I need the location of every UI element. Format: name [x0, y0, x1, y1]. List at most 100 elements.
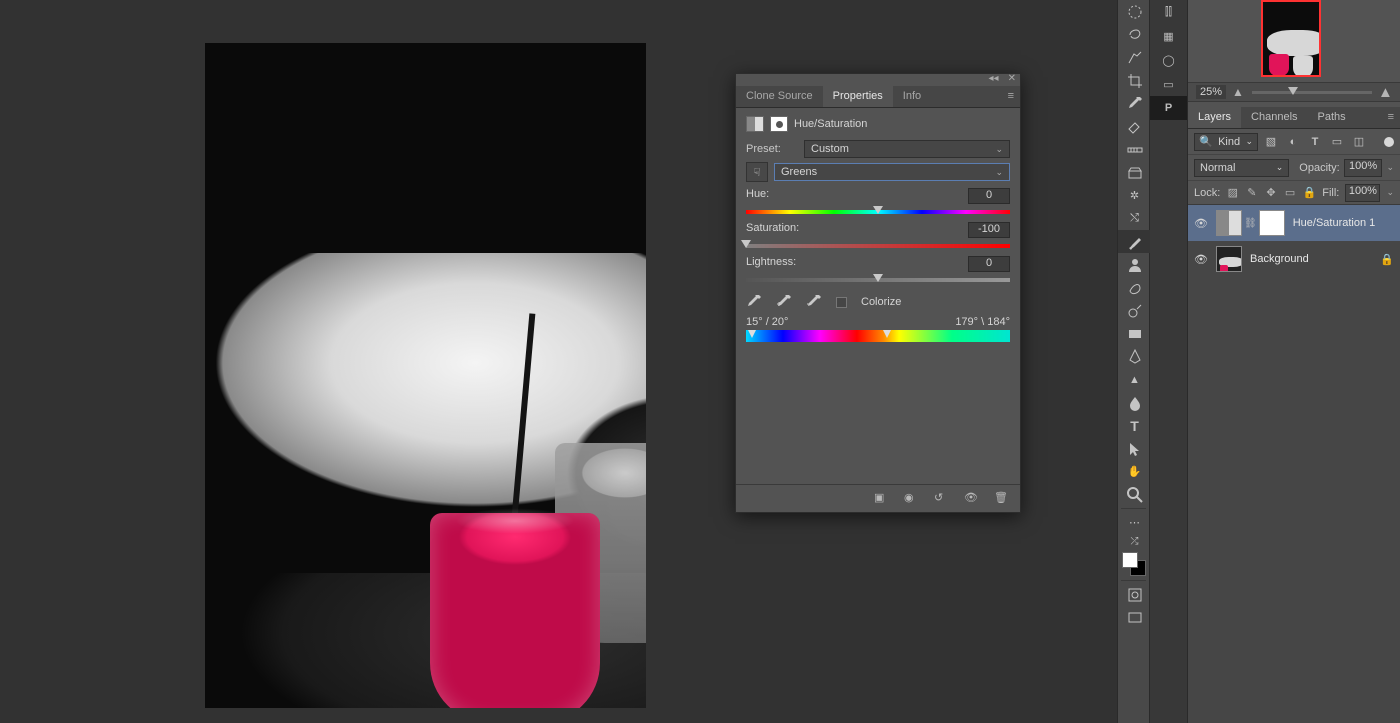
filter-shape-icon[interactable]: ▭	[1328, 133, 1346, 151]
lightness-slider-knob[interactable]	[873, 274, 883, 282]
tab-info[interactable]: Info	[893, 86, 931, 107]
transform-tool-icon[interactable]: ⤭	[1118, 207, 1151, 230]
zoom-in-mountain-icon[interactable]: ▲	[1378, 84, 1392, 101]
hand-tool-icon[interactable]: ✋	[1118, 460, 1151, 483]
range-left-handle[interactable]	[748, 330, 756, 338]
foreground-color-swatch[interactable]	[1122, 552, 1138, 568]
zoom-out-mountain-icon[interactable]: ▲	[1232, 85, 1246, 99]
panel-menu-icon[interactable]: ≡	[1002, 86, 1020, 107]
quick-mask-icon[interactable]	[1118, 583, 1151, 606]
saturation-slider[interactable]	[746, 240, 1010, 250]
brush-tool-icon[interactable]	[1118, 230, 1151, 253]
type-tool-icon[interactable]: T	[1118, 414, 1151, 437]
person-portrait-icon[interactable]	[1118, 253, 1151, 276]
panel-titlebar[interactable]: ◂◂ ✕	[736, 74, 1020, 86]
tab-layers[interactable]: Layers	[1188, 107, 1241, 128]
eyedropper-tool-icon[interactable]	[1118, 92, 1151, 115]
blur-tool-icon[interactable]	[1118, 391, 1151, 414]
layer-row[interactable]: 👁 ⛓ Hue/Saturation 1	[1188, 205, 1400, 241]
eyedropper-icon[interactable]	[746, 294, 762, 310]
filter-toggle[interactable]	[1384, 137, 1394, 147]
triangle-shape-icon[interactable]: ▲	[1118, 368, 1151, 391]
navigator-thumbnail[interactable]	[1261, 0, 1321, 77]
mask-thumbnail[interactable]	[1259, 210, 1285, 236]
filter-type-icon[interactable]: T	[1306, 133, 1324, 151]
filter-adjustment-icon[interactable]: ◐	[1284, 133, 1302, 151]
clip-to-layer-icon[interactable]: ▣	[874, 491, 890, 507]
ruler-tool-icon[interactable]	[1118, 138, 1151, 161]
layer-row[interactable]: 👁 Background 🔒	[1188, 241, 1400, 277]
tab-clone-source[interactable]: Clone Source	[736, 86, 823, 107]
lightness-slider[interactable]	[746, 274, 1010, 284]
saturation-value[interactable]: -100	[968, 222, 1010, 238]
chevron-down-icon[interactable]: ⌄	[1386, 187, 1394, 198]
visibility-toggle-icon[interactable]: 👁	[1194, 253, 1208, 266]
zoom-value[interactable]: 25%	[1196, 85, 1226, 99]
reset-icon[interactable]: ↺	[934, 491, 950, 507]
lock-pixels-icon[interactable]: ✎	[1245, 185, 1258, 200]
presets-p-icon[interactable]: P	[1150, 96, 1187, 120]
layer-thumbnail[interactable]	[1216, 246, 1242, 272]
edit-toolbar-icon[interactable]: ⋯	[1118, 511, 1151, 534]
view-previous-state-icon[interactable]: ◉	[904, 491, 920, 507]
healing-brush-tool-icon[interactable]	[1118, 115, 1151, 138]
clone-stamp-tool-icon[interactable]	[1118, 161, 1151, 184]
chevron-down-icon[interactable]: ⌄	[1386, 162, 1394, 173]
opacity-value[interactable]: 100%	[1344, 159, 1383, 177]
panel-menu-icon[interactable]: ≡	[1382, 107, 1400, 128]
mask-link-icon[interactable]: ⛓	[1244, 218, 1257, 229]
hue-value[interactable]: 0	[968, 188, 1010, 204]
lasso-tool-icon[interactable]	[1118, 23, 1151, 46]
colorize-checkbox[interactable]	[836, 297, 847, 308]
range-right-handle[interactable]	[883, 330, 891, 338]
layer-name[interactable]: Background	[1250, 253, 1309, 265]
eyedropper-add-icon[interactable]	[776, 294, 792, 310]
close-icon[interactable]: ✕	[1008, 74, 1016, 84]
layer-mask-icon[interactable]	[770, 116, 788, 132]
crop-tool-icon[interactable]	[1118, 69, 1151, 92]
adjustment-type-icon[interactable]	[746, 116, 764, 132]
fill-value[interactable]: 100%	[1345, 184, 1380, 202]
layer-name[interactable]: Hue/Saturation 1	[1293, 217, 1376, 229]
lock-all-icon[interactable]: 🔒	[1303, 185, 1317, 200]
zoom-slider[interactable]	[1252, 91, 1372, 94]
lock-transparency-icon[interactable]: ▨	[1226, 185, 1239, 200]
smudge-tool-icon[interactable]	[1118, 276, 1151, 299]
zoom-tool-icon[interactable]	[1118, 483, 1151, 506]
screen-mode-icon[interactable]	[1118, 606, 1151, 629]
rectangle-tool-icon[interactable]	[1118, 322, 1151, 345]
toggle-visibility-icon[interactable]: 👁	[964, 491, 980, 507]
tab-paths[interactable]: Paths	[1308, 107, 1356, 128]
color-range-strip[interactable]	[746, 330, 1010, 342]
lock-artboard-icon[interactable]: ▭	[1283, 185, 1296, 200]
targeted-adjustment-tool[interactable]: ☟	[746, 162, 768, 182]
pen-tool-icon[interactable]	[1118, 345, 1151, 368]
blend-mode-dropdown[interactable]: Normal ⌄	[1194, 159, 1289, 177]
layer-filter-kind-dropdown[interactable]: 🔍 Kind ⌄	[1194, 133, 1258, 151]
tab-channels[interactable]: Channels	[1241, 107, 1307, 128]
hue-slider-knob[interactable]	[873, 206, 883, 214]
channel-dropdown[interactable]: Greens ⌄	[774, 163, 1010, 181]
saturation-slider-knob[interactable]	[741, 240, 751, 248]
color-swap-icon[interactable]: ⤮	[1118, 534, 1151, 548]
folder-icon[interactable]: ▭	[1150, 72, 1187, 96]
adjustment-thumbnail[interactable]	[1216, 210, 1242, 236]
preset-dropdown[interactable]: Custom ⌄	[804, 140, 1010, 158]
document-window[interactable]	[205, 43, 646, 708]
gear-rotate-icon[interactable]: ✲	[1118, 184, 1151, 207]
tab-properties[interactable]: Properties	[823, 86, 893, 107]
eyedropper-subtract-icon[interactable]	[806, 294, 822, 310]
delete-adjustment-icon[interactable]: 🗑	[994, 491, 1010, 507]
quick-selection-tool-icon[interactable]	[1118, 46, 1151, 69]
lock-position-icon[interactable]: ✥	[1264, 185, 1277, 200]
foreground-background-swatch[interactable]	[1122, 552, 1146, 576]
collapse-icon[interactable]: ◂◂	[989, 74, 999, 84]
hue-slider[interactable]	[746, 206, 1010, 216]
marquee-ellipse-tool-icon[interactable]	[1118, 0, 1151, 23]
guides-icon[interactable]: ▦	[1150, 24, 1187, 48]
visibility-toggle-icon[interactable]: 👁	[1194, 217, 1208, 230]
path-selection-tool-icon[interactable]	[1118, 437, 1151, 460]
circle-preset-icon[interactable]: ◯	[1150, 48, 1187, 72]
lightness-value[interactable]: 0	[968, 256, 1010, 272]
zoom-slider-knob[interactable]	[1288, 87, 1298, 95]
